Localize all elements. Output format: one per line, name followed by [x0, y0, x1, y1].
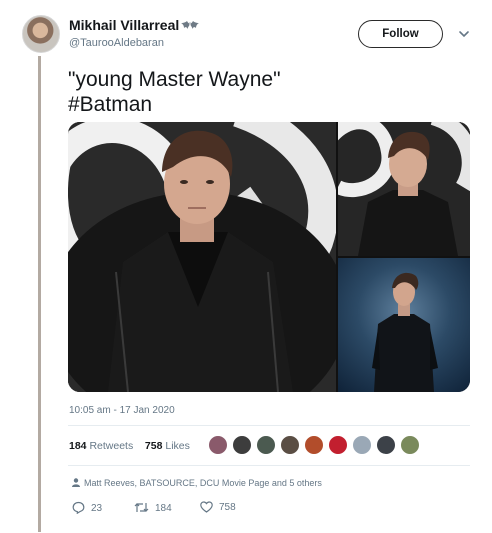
- retweet-icon: [134, 503, 149, 512]
- likes-label: Likes: [165, 440, 190, 452]
- liker-avatar[interactable]: [328, 435, 348, 455]
- chevron-down-icon[interactable]: [457, 27, 471, 41]
- liker-avatar[interactable]: [280, 435, 300, 455]
- reply-button[interactable]: 23: [72, 501, 103, 515]
- liked-by-text: Matt Reeves, BATSOURCE, DCU Movie Page a…: [84, 478, 322, 488]
- liker-avatar[interactable]: [400, 435, 420, 455]
- tweet-text: "young Master Wayne" #Batman: [68, 67, 281, 117]
- liker-avatar[interactable]: [232, 435, 252, 455]
- like-count: 758: [219, 502, 236, 513]
- liked-by-context[interactable]: Matt Reeves, BATSOURCE, DCU Movie Page a…: [72, 478, 322, 488]
- retweets-stat[interactable]: 184 Retweets: [69, 440, 133, 452]
- engagement-stats: 184 Retweets 758 Likes: [69, 440, 190, 452]
- liker-avatar[interactable]: [304, 435, 324, 455]
- bat-icon: [181, 21, 200, 29]
- like-button[interactable]: 758: [200, 501, 236, 513]
- tweet-text-line: "young Master Wayne": [68, 68, 281, 91]
- retweet-button[interactable]: 184: [134, 501, 172, 514]
- tweet-timestamp[interactable]: 10:05 am - 17 Jan 2020: [69, 405, 175, 416]
- photo-top-right[interactable]: [338, 122, 470, 256]
- avatar[interactable]: [22, 15, 60, 53]
- retweets-label: Retweets: [89, 440, 134, 452]
- photo-bottom-right[interactable]: [338, 258, 470, 392]
- retweets-count: 184: [69, 440, 87, 452]
- display-name[interactable]: Mikhail Villarreal: [69, 17, 200, 33]
- retweet-count: 184: [155, 503, 172, 514]
- follow-button[interactable]: Follow: [358, 20, 443, 48]
- user-handle[interactable]: @TaurooAldebaran: [69, 37, 164, 49]
- reply-icon: [72, 501, 85, 515]
- photo-main[interactable]: [68, 122, 336, 392]
- liker-avatar[interactable]: [208, 435, 228, 455]
- divider: [68, 425, 470, 426]
- heart-icon: [200, 501, 213, 513]
- liker-avatar[interactable]: [376, 435, 396, 455]
- thread-line: [38, 56, 41, 532]
- display-name-text: Mikhail Villarreal: [69, 17, 180, 33]
- likes-stat[interactable]: 758 Likes: [145, 440, 190, 452]
- reply-count: 23: [91, 503, 103, 514]
- divider: [68, 465, 470, 466]
- liker-avatar[interactable]: [352, 435, 372, 455]
- media-grid: [68, 122, 470, 392]
- likes-count: 758: [144, 440, 163, 452]
- person-icon: [72, 478, 80, 487]
- liker-avatar[interactable]: [256, 435, 276, 455]
- hashtag-link[interactable]: #Batman: [68, 92, 281, 117]
